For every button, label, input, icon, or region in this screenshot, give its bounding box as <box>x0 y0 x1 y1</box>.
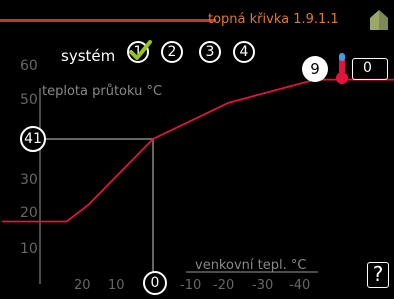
outdoor-temp-marker[interactable]: 0 <box>143 271 167 295</box>
help-button[interactable]: ? <box>367 262 389 288</box>
heating-curve-chart <box>1 78 394 284</box>
x-tick-label: -40 <box>289 278 311 293</box>
x-tick-label: -20 <box>213 278 235 293</box>
x-axis-label: venkovní tepl. °C <box>195 258 307 273</box>
outdoor-temp-value: 0 <box>150 275 160 291</box>
curve-offset-value: 0 <box>363 60 372 76</box>
x-tick-label: 10 <box>108 278 125 293</box>
flow-temp-value: 41 <box>24 131 42 147</box>
heating-curve-line[interactable] <box>1 78 394 223</box>
curve-offset-field[interactable]: 0 <box>352 58 388 80</box>
curve-slope-badge[interactable]: 9 <box>302 56 328 82</box>
thermometer-icon <box>336 53 348 84</box>
flow-temp-marker[interactable]: 41 <box>20 126 46 152</box>
curve-slope-value: 9 <box>310 60 320 78</box>
x-tick-label: 20 <box>74 278 91 293</box>
x-tick-label: -30 <box>252 278 274 293</box>
help-label: ? <box>372 262 384 286</box>
x-tick-label: -10 <box>180 278 202 293</box>
heating-curve-screen: topná křivka 1.9.1.1 systém 1 2 3 4 60 5… <box>0 0 394 299</box>
